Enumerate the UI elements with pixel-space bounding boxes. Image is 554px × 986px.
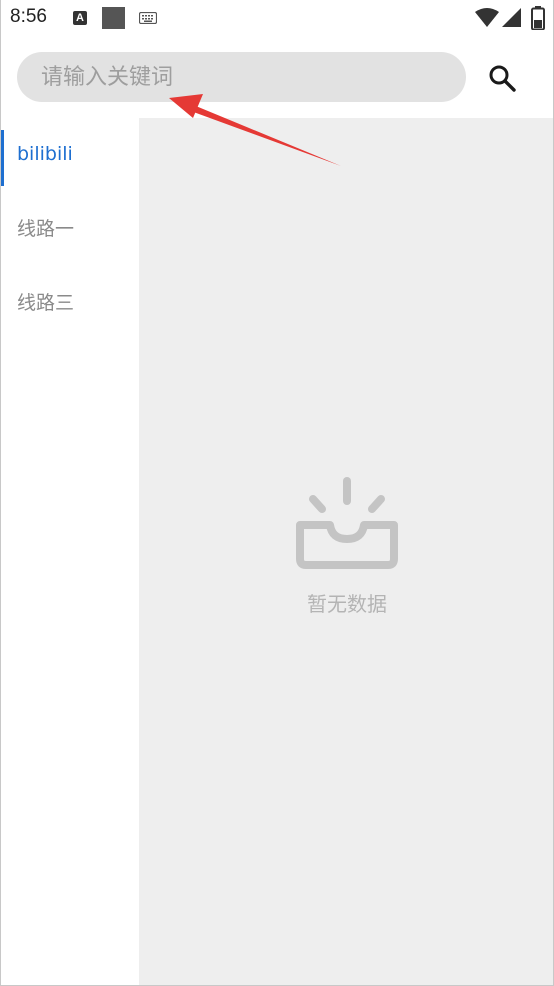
sidebar-item-label: 线路三 — [17, 292, 75, 314]
sidebar-item-bilibili[interactable]: bilibili — [1, 122, 139, 186]
sidebar-item-label: bilibili — [17, 143, 73, 165]
sidebar-item-line-1[interactable]: 线路一 — [1, 197, 139, 261]
status-bar: 8:56 A — [1, 0, 553, 38]
sidebar-item-line-3[interactable]: 线路三 — [1, 271, 139, 335]
search-button[interactable] — [481, 58, 523, 98]
square-icon — [102, 7, 125, 29]
empty-state-text: 暂无数据 — [307, 592, 387, 616]
app-window: 8:56 A 请输入关键词 bilibili 线路一 线路三 暂无数据 — [0, 0, 554, 986]
wifi-icon — [475, 8, 499, 27]
a-icon: A — [73, 11, 87, 25]
battery-icon — [531, 6, 545, 30]
source-sidebar: bilibili 线路一 线路三 — [1, 118, 139, 985]
sidebar-item-label: 线路一 — [17, 218, 75, 240]
status-time: 8:56 — [10, 6, 47, 27]
signal-icon — [502, 8, 521, 27]
result-panel: 暂无数据 — [139, 118, 553, 985]
keyboard-icon — [139, 12, 157, 24]
a-icon-letter: A — [76, 12, 84, 24]
search-icon — [489, 65, 516, 92]
annotation-arrow-icon — [169, 94, 341, 166]
inbox-icon — [296, 477, 398, 569]
